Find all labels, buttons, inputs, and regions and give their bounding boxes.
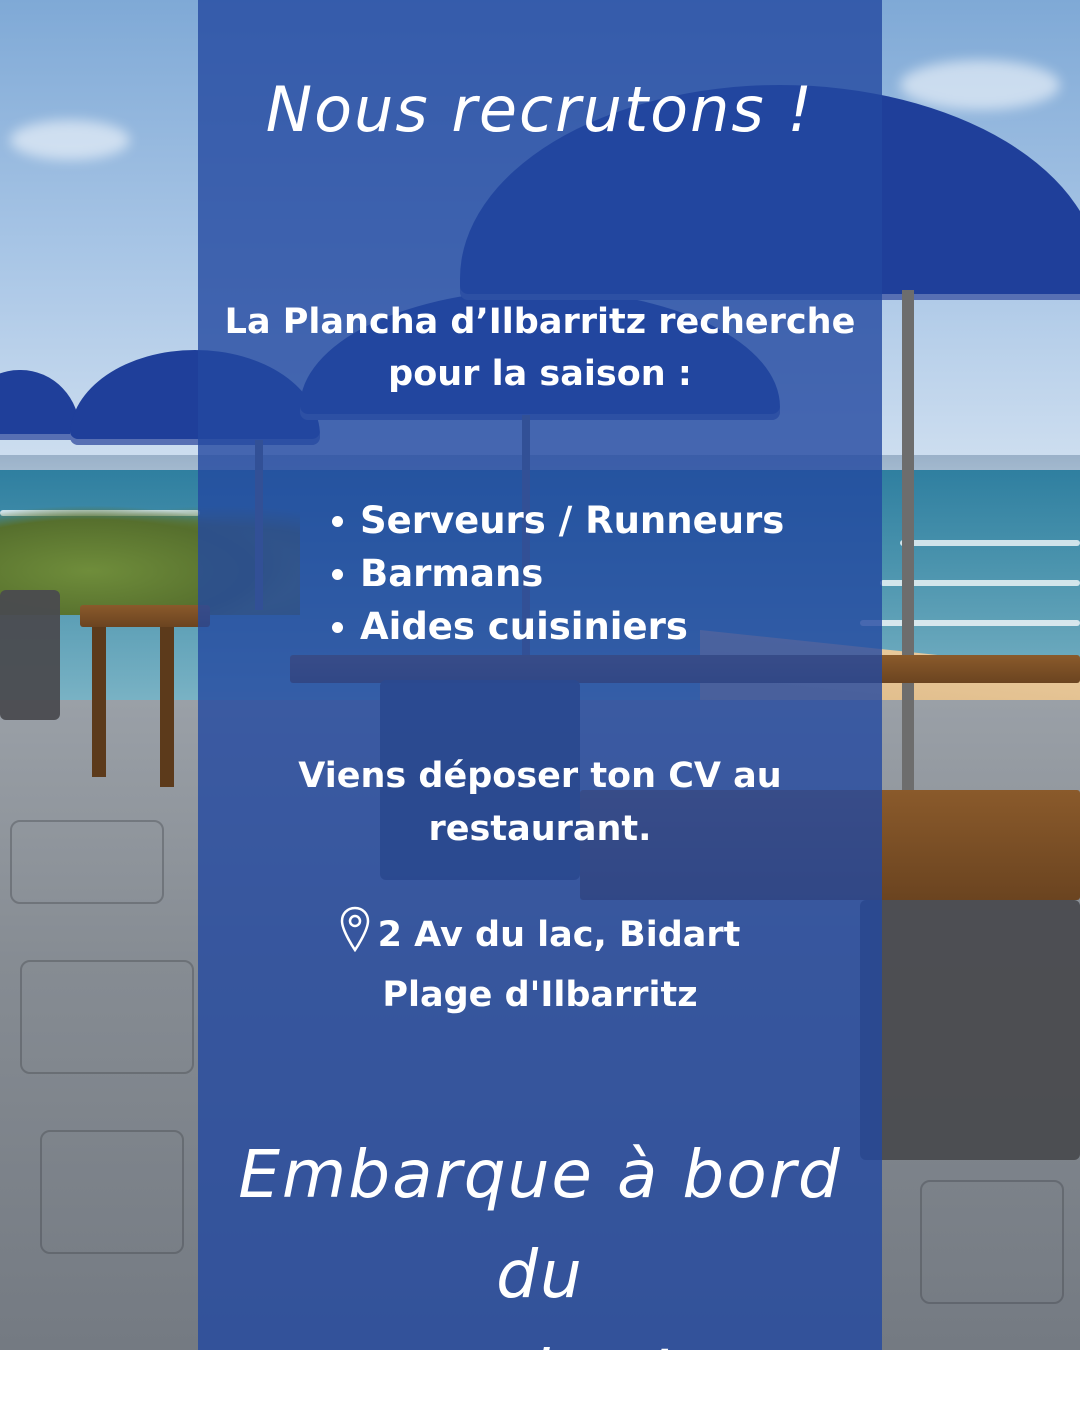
cta-line-1: Embarque à bord du xyxy=(238,1136,842,1313)
location-pin-icon xyxy=(340,906,370,968)
cv-line-1: Viens déposer ton CV au xyxy=(298,756,782,796)
cloud xyxy=(900,60,1060,110)
umbrella-pole xyxy=(902,290,914,800)
position-item: Serveurs / Runneurs xyxy=(330,494,830,547)
cv-line-2: restaurant. xyxy=(428,809,652,849)
intro-line-1: La Plancha d’Ilbarritz recherche xyxy=(224,302,856,342)
position-item: Aides cuisiniers xyxy=(330,600,830,653)
headline: Nous recrutons ! xyxy=(265,73,815,146)
address-line-2: Plage d'Ilbarritz xyxy=(382,975,698,1015)
call-to-action: Embarque à bord du navire ! xyxy=(198,1125,882,1425)
table xyxy=(80,605,210,627)
cloud xyxy=(10,120,130,160)
address: 2 Av du lac, Bidart Plage d'Ilbarritz xyxy=(198,906,882,1022)
position-item: Barmans xyxy=(330,547,830,600)
cta-line-2: navire ! xyxy=(404,1336,676,1413)
intro-line-2: pour la saison : xyxy=(388,354,692,394)
intro-text: La Plancha d’Ilbarritz recherche pour la… xyxy=(198,296,882,400)
chair xyxy=(0,590,60,720)
positions-list: Serveurs / Runneurs Barmans Aides cuisin… xyxy=(330,494,830,653)
address-line-1: 2 Av du lac, Bidart xyxy=(377,915,741,955)
chair xyxy=(860,900,1080,1160)
cv-text: Viens déposer ton CV au restaurant. xyxy=(198,750,882,856)
